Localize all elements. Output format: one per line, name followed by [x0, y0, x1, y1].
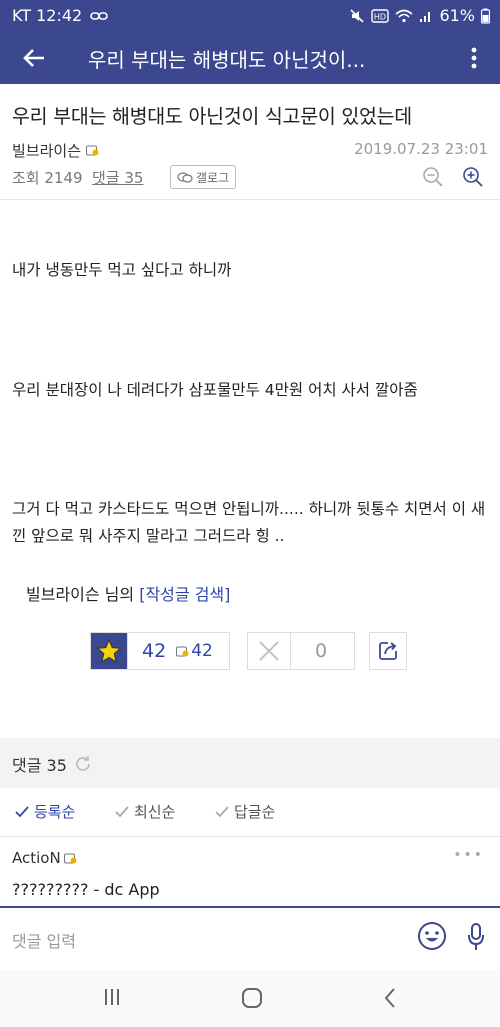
- meta-row: 조회 2149 댓글 35 갤로그: [12, 165, 488, 189]
- x-icon-container: [248, 633, 291, 669]
- author-search-link[interactable]: [작성글 검색]: [139, 585, 230, 604]
- system-nav-bar: [0, 970, 500, 1027]
- sort-label-latest: 최신순: [134, 803, 176, 821]
- refresh-icon[interactable]: [73, 754, 93, 774]
- emoji-icon[interactable]: [416, 920, 448, 952]
- comment-author-name: ActioN: [12, 849, 61, 867]
- fixed-nick-icon: [85, 145, 99, 156]
- wifi-icon: [395, 9, 413, 22]
- post-paragraph-3: 그거 다 먹고 카스타드도 먹으면 안됩니까..... 하니까 뒷통수 치면서 …: [12, 500, 486, 545]
- comment-item: ActioN ••• ????????? - dc App: [0, 836, 500, 907]
- comment-input[interactable]: 댓글 입력: [12, 928, 76, 952]
- unrecommend-button[interactable]: 0: [247, 632, 355, 670]
- author-nickname[interactable]: 빌브라이슨: [12, 140, 99, 161]
- sort-label-replies: 답글순: [234, 803, 276, 821]
- sort-by-registration[interactable]: 등록순: [14, 801, 75, 822]
- zoom-in-icon[interactable]: [462, 166, 484, 188]
- fixed-nick-icon: [63, 853, 77, 863]
- check-icon: [15, 805, 29, 817]
- comment-count-link[interactable]: 댓글 35: [92, 167, 143, 188]
- zoom-out-icon[interactable]: [422, 166, 444, 188]
- post-date: 2019.07.23 23:01: [354, 140, 488, 158]
- post-title: 우리 부대는 해병대도 아닌것이 식고문이 있었는데: [12, 105, 412, 128]
- mic-icon[interactable]: [466, 922, 486, 952]
- comment-more-icon[interactable]: •••: [453, 847, 484, 863]
- share-icon: [379, 642, 397, 660]
- sort-by-replies[interactable]: 답글순: [214, 801, 275, 822]
- svg-text:HD: HD: [374, 12, 386, 21]
- status-carrier-time: KT 12:42: [12, 6, 83, 25]
- back-arrow-icon[interactable]: [18, 42, 50, 74]
- mute-icon: [350, 8, 365, 23]
- comment-header: 댓글 35: [0, 738, 500, 788]
- battery-percent: 61%: [439, 6, 475, 25]
- recommend-count: 42: [142, 640, 167, 662]
- chat-bubbles-icon: [177, 171, 193, 183]
- author-search: 빌브라이슨 님의 [작성글 검색]: [26, 581, 230, 605]
- unrecommend-count: 0: [315, 640, 328, 662]
- check-icon: [115, 805, 129, 817]
- check-icon: [215, 805, 229, 817]
- signal-icon: [420, 11, 431, 22]
- more-vert-icon[interactable]: [464, 44, 484, 72]
- star-icon-container: [91, 633, 128, 669]
- gallog-button[interactable]: 갤로그: [170, 165, 237, 189]
- post-paragraph-2: 우리 분대장이 나 데려다가 삼포물만두 4만원 어치 사서 깔아줌: [12, 381, 418, 399]
- header-divider: [0, 199, 500, 200]
- sort-by-latest[interactable]: 최신순: [114, 801, 175, 822]
- comment-count: 댓글 35: [12, 756, 67, 775]
- view-count: 조회 2149: [12, 169, 83, 187]
- battery-icon: [481, 8, 490, 24]
- star-icon: [96, 638, 122, 663]
- x-icon: [259, 641, 279, 661]
- link-icon: [90, 11, 109, 20]
- fixed-recommend: 42: [176, 641, 213, 661]
- comment-input-bar: 댓글 입력: [0, 906, 500, 970]
- gallog-label: 갤로그: [196, 170, 230, 185]
- sort-label-registration: 등록순: [34, 803, 76, 821]
- status-bar: KT 12:42 HD 61%: [0, 0, 500, 32]
- back-nav-icon[interactable]: [382, 986, 398, 1010]
- hd-icon: HD: [371, 8, 390, 23]
- app-bar-title: 우리 부대는 해병대도 아닌것이...: [88, 48, 366, 72]
- fixed-nick-icon: [176, 646, 189, 656]
- recommend-button[interactable]: 42 42: [90, 632, 230, 670]
- author-row: 빌브라이슨 2019.07.23 23:01: [12, 140, 488, 162]
- comment-body: ????????? - dc App: [12, 880, 160, 899]
- share-button[interactable]: [369, 632, 407, 670]
- author-search-prefix: 빌브라이슨 님의: [26, 585, 140, 604]
- comment-author[interactable]: ActioN: [12, 849, 77, 867]
- comment-sort-row: 등록순 최신순 답글순: [0, 788, 500, 834]
- recent-apps-icon[interactable]: [102, 986, 122, 1008]
- app-bar: 우리 부대는 해병대도 아닌것이...: [0, 32, 500, 84]
- post-paragraph-1: 내가 냉동만두 먹고 싶다고 하니까: [12, 261, 232, 279]
- home-icon[interactable]: [240, 986, 264, 1010]
- fixed-recommend-count: 42: [191, 641, 213, 661]
- author-name: 빌브라이슨: [12, 142, 82, 160]
